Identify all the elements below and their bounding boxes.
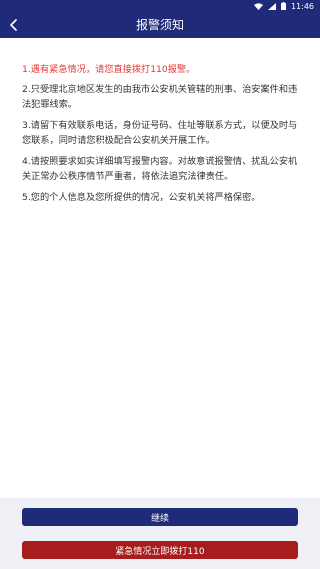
notice-item: 4.请按照要求如实详细填写报警内容。对故意谎报警情、扰乱公安机关正常办公秩序情节… [22, 156, 298, 182]
notice-item: 2.只受理北京地区发生的由我市公安机关管辖的刑事、治安案件和违法犯罪线索。 [22, 84, 298, 110]
battery-icon [280, 2, 286, 10]
wifi-icon [253, 2, 263, 10]
notice-item: 5.您的个人信息及您所提供的情况，公安机关将严格保密。 [22, 192, 261, 203]
notice-content: 1.遇有紧急情况，请您直接拨打110报警。 2.只受理北京地区发生的由我市公安机… [0, 38, 320, 498]
notice-item: 3.请留下有效联系电话，身份证号码、住址等联系方式，以便及时与您联系，同时请您积… [22, 120, 298, 146]
status-time: 11:46 [290, 1, 314, 11]
page-title: 报警须知 [135, 18, 184, 32]
call-110-button[interactable]: 紧急情况立即拨打110 [22, 541, 298, 559]
continue-button[interactable]: 继续 [22, 508, 298, 526]
status-bar: 11:46 [0, 0, 320, 12]
notice-item-urgent: 1.遇有紧急情况，请您直接拨打110报警。 [22, 64, 196, 75]
app-header: 报警须知 [0, 12, 320, 38]
footer-actions: 继续 紧急情况立即拨打110 [0, 498, 320, 569]
signal-icon [267, 2, 276, 10]
